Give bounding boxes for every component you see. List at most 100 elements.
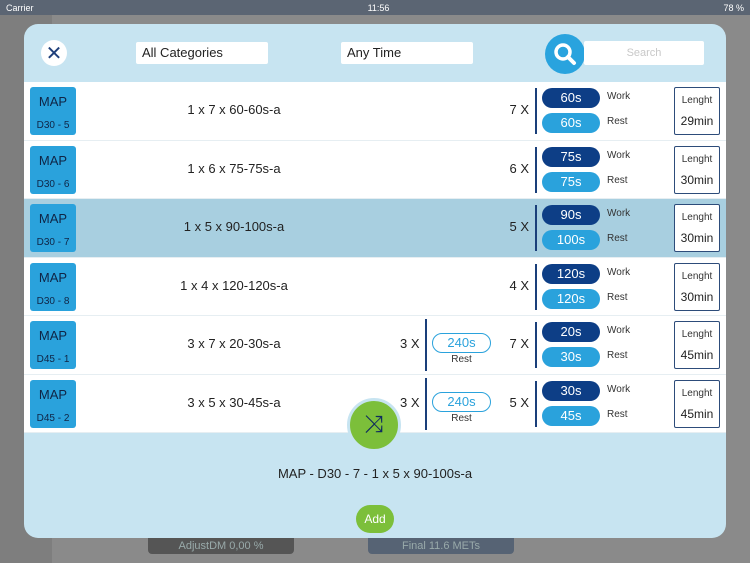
work-label: Work <box>607 266 631 278</box>
divider <box>425 377 427 430</box>
clock: 11:56 <box>367 2 390 13</box>
length-value: 29min <box>680 114 714 128</box>
close-button[interactable]: ✕ <box>41 40 67 66</box>
work-label: Work <box>607 208 631 219</box>
length-value: 30min <box>680 172 714 187</box>
search-input[interactable] <box>584 41 704 65</box>
search-icon <box>554 43 576 65</box>
set-rest-pill: 240s <box>432 391 491 412</box>
category-badge: MAP D45 - 1 <box>30 321 76 369</box>
search-button[interactable] <box>545 34 585 74</box>
length-box: Lenght 30min <box>674 262 720 311</box>
length-box: Lenght 45min <box>674 321 720 369</box>
divider <box>535 263 537 310</box>
workout-row[interactable]: MAP D30 - 6 1 x 6 x 75-75s-a 6 X 75s 75s W… <box>24 140 726 199</box>
rest-label: Rest <box>607 116 628 127</box>
work-pill: 75s <box>542 146 600 167</box>
background-adjust: AdjustDM 0,00 % <box>148 538 294 554</box>
reps-count: 7 X <box>509 102 529 117</box>
badge-code: D30 - 8 <box>36 295 70 307</box>
rest-label: Rest <box>607 350 628 361</box>
divider <box>535 146 537 193</box>
rest-pill: 75s <box>542 171 600 192</box>
workout-name: 1 x 7 x 60-60s-a <box>187 102 281 117</box>
set-rest-pill: 240s <box>432 333 491 353</box>
workout-name: 1 x 5 x 90-100s-a <box>183 219 285 234</box>
workout-row[interactable]: MAP D30 - 7 1 x 5 x 90-100s-a 5 X 90s 100s… <box>24 199 726 258</box>
reps-count: 5 X <box>509 394 529 410</box>
badge-type: MAP <box>38 211 68 226</box>
badge-type: MAP <box>38 328 68 343</box>
rest-pill: 100s <box>542 230 600 250</box>
length-box: Lenght 30min <box>674 145 720 194</box>
workout-picker-modal: ✕ All Categories Any Time MAP D30 - 5 1 x… <box>24 24 726 538</box>
workout-list[interactable]: MAP D30 - 5 1 x 7 x 60-60s-a 7 X 60s 60s W… <box>24 82 726 433</box>
work-pill: 20s <box>542 322 600 342</box>
length-box: Lenght 45min <box>674 379 720 428</box>
work-label: Work <box>607 91 631 102</box>
length-box: Lenght 30min <box>674 204 720 252</box>
length-box: Lenght 29min <box>674 87 720 135</box>
category-badge: MAP D30 - 7 <box>30 204 76 252</box>
rest-pill: 120s <box>542 288 600 309</box>
work-label: Work <box>607 383 631 395</box>
workout-name: 3 x 5 x 30-45s-a <box>187 394 281 410</box>
divider <box>535 322 537 368</box>
close-icon: ✕ <box>45 42 63 65</box>
rest-pill: 60s <box>542 113 600 133</box>
rest-label: Rest <box>607 408 628 420</box>
rest-label: Rest <box>607 174 628 186</box>
length-value: 30min <box>680 231 714 245</box>
workout-row[interactable]: MAP D45 - 1 3 x 7 x 20-30s-a 3 X 240s Rest… <box>24 316 726 375</box>
work-pill: 30s <box>542 380 600 401</box>
reps-count: 5 X <box>509 219 529 234</box>
reps-count: 4 X <box>509 277 529 293</box>
length-value: 45min <box>680 406 714 421</box>
workout-row[interactable]: MAP D30 - 5 1 x 7 x 60-60s-a 7 X 60s 60s W… <box>24 82 726 141</box>
workout-name: 1 x 4 x 120-120s-a <box>180 277 288 293</box>
category-badge: MAP D30 - 6 <box>30 145 76 194</box>
work-pill: 120s <box>542 263 600 284</box>
workout-name: 1 x 6 x 75-75s-a <box>187 160 281 176</box>
badge-type: MAP <box>38 386 68 402</box>
workout-name: 3 x 7 x 20-30s-a <box>187 336 281 351</box>
rest-pill: 45s <box>542 405 600 426</box>
category-badge: MAP D30 - 5 <box>30 87 76 135</box>
divider <box>425 319 427 371</box>
work-label: Work <box>607 149 631 161</box>
category-badge: MAP D45 - 2 <box>30 379 76 428</box>
length-label: Lenght <box>681 270 713 282</box>
sets-count: 3 X <box>400 336 420 351</box>
selected-workout: MAP - D30 - 7 - 1 x 5 x 90-100s-a <box>277 466 473 481</box>
length-label: Lenght <box>681 387 713 399</box>
badge-type: MAP <box>38 269 68 285</box>
work-pill: 90s <box>542 205 600 225</box>
badge-code: D45 - 1 <box>36 354 70 365</box>
add-button[interactable]: Add <box>356 505 394 533</box>
category-badge: MAP D30 - 8 <box>30 262 76 311</box>
divider <box>535 205 537 251</box>
workout-row[interactable]: MAP D30 - 8 1 x 4 x 120-120s-a 4 X 120s 12… <box>24 257 726 316</box>
length-label: Lenght <box>681 153 713 165</box>
rest-pill: 30s <box>542 347 600 367</box>
sets-count: 3 X <box>400 394 420 410</box>
badge-code: D45 - 2 <box>36 412 70 424</box>
set-rest-label: Rest <box>451 354 472 365</box>
length-value: 30min <box>680 289 714 304</box>
badge-code: D30 - 5 <box>36 120 70 131</box>
background-final: Final 11.6 METs <box>368 538 514 554</box>
badge-code: D30 - 7 <box>36 237 70 248</box>
time-select[interactable]: Any Time <box>341 42 473 64</box>
work-label: Work <box>607 325 631 336</box>
status-bar: Carrier 11:56 78 % <box>0 0 750 15</box>
length-label: Lenght <box>681 95 713 106</box>
category-select[interactable]: All Categories <box>136 42 268 64</box>
shuffle-button[interactable]: ⤨ <box>347 398 401 452</box>
divider <box>535 88 537 134</box>
work-pill: 60s <box>542 88 600 108</box>
battery: 78 % <box>723 2 744 13</box>
reps-count: 6 X <box>509 160 529 176</box>
length-label: Lenght <box>681 329 713 340</box>
length-value: 45min <box>680 348 714 362</box>
carrier: Carrier <box>6 2 34 13</box>
